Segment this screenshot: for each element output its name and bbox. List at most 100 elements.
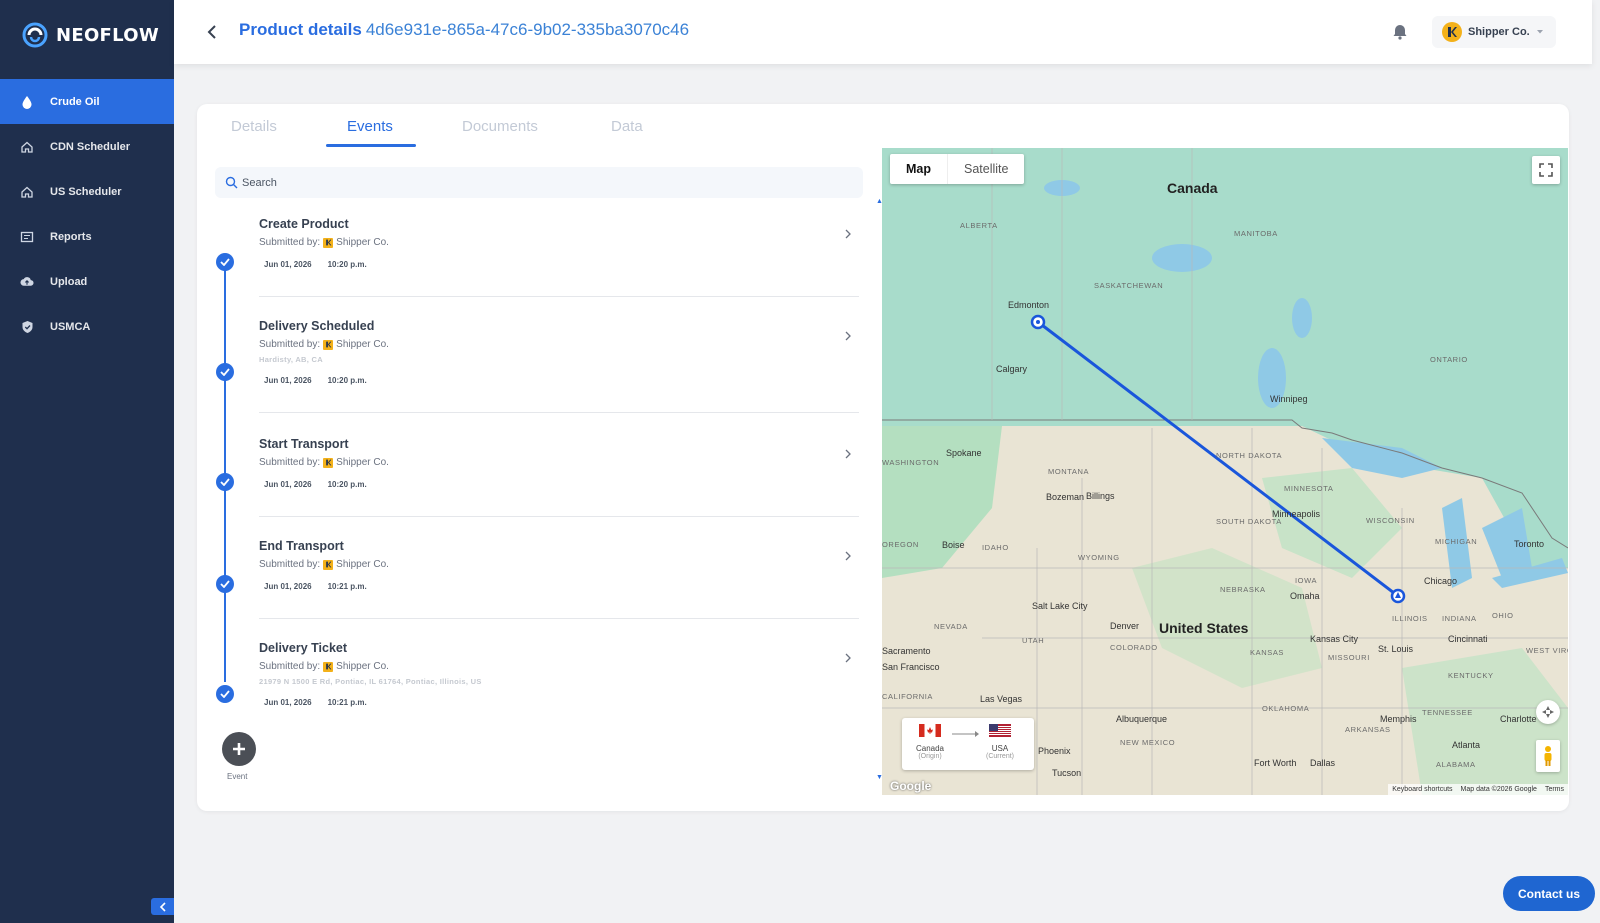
map-state-label: ALBERTA	[960, 221, 998, 230]
divider	[259, 516, 859, 517]
tab-data[interactable]: Data	[611, 118, 643, 135]
map-state-label: MINNESOTA	[1284, 484, 1334, 493]
chevron-right-icon	[845, 653, 851, 663]
tab-documents[interactable]: Documents	[462, 118, 538, 135]
map-city-label: San Francisco	[882, 662, 940, 672]
sidebar: NEOFLOW Crude Oil CDN Scheduler US Sched…	[0, 0, 174, 923]
contact-us-button[interactable]: Contact us	[1503, 876, 1595, 911]
sidebar-item-cdn-scheduler[interactable]: CDN Scheduler	[0, 124, 174, 169]
map-camera-control[interactable]	[1536, 700, 1560, 724]
company-logo-icon	[323, 559, 334, 570]
caret-down-icon	[1536, 30, 1543, 34]
sidebar-item-crude-oil[interactable]: Crude Oil	[0, 79, 174, 124]
sidebar-item-reports[interactable]: Reports	[0, 214, 174, 259]
map-city-label: Phoenix	[1038, 746, 1071, 756]
event-date: Jun 01, 2026	[264, 698, 312, 707]
sidebar-item-label: CDN Scheduler	[50, 140, 131, 153]
sidebar-item-us-scheduler[interactable]: US Scheduler	[0, 169, 174, 214]
map-state-label: NEW MEXICO	[1120, 738, 1176, 747]
event-row[interactable]: Start Transport Submitted by: Shipper Co…	[259, 437, 859, 491]
event-title: Delivery Scheduled	[259, 319, 375, 333]
event-row[interactable]: Delivery Scheduled Submitted by: Shipper…	[259, 319, 859, 387]
event-row[interactable]: Create Product Submitted by: Shipper Co.…	[259, 217, 859, 271]
submitter-name: Shipper Co.	[336, 339, 389, 350]
event-submitter: Submitted by: Shipper Co.	[259, 559, 859, 570]
canada-flag-icon	[919, 724, 941, 737]
map-view-button[interactable]: Map	[890, 154, 947, 184]
top-header: Product details 4d6e931e-865a-47c6-9b02-3…	[174, 0, 1592, 64]
neoflow-logo-icon	[22, 22, 48, 48]
map-state-label: ARKANSAS	[1345, 725, 1391, 734]
event-row[interactable]: End Transport Submitted by: Shipper Co. …	[259, 539, 859, 593]
arrow-right-icon	[952, 731, 979, 737]
submitter-name: Shipper Co.	[336, 457, 389, 468]
event-address: Hardisty, AB, CA	[259, 355, 323, 364]
map-state-label: INDIANA	[1442, 614, 1477, 623]
event-time: 10:21 p.m.	[327, 582, 367, 591]
bell-icon	[1393, 25, 1407, 40]
event-datetime: Jun 01, 2026 10:20 p.m.	[259, 478, 859, 491]
event-time: 10:20 p.m.	[327, 260, 367, 269]
satellite-view-button[interactable]: Satellite	[947, 154, 1024, 184]
map-state-label: NEBRASKA	[1220, 585, 1266, 594]
event-title: End Transport	[259, 539, 344, 553]
map-state-label: WYOMING	[1078, 553, 1120, 562]
legend-current: USA (Current)	[980, 724, 1020, 760]
tab-events[interactable]: Events	[347, 118, 393, 135]
event-date: Jun 01, 2026	[264, 582, 312, 591]
home-icon	[20, 185, 34, 199]
company-logo-icon	[323, 237, 334, 248]
chevron-right-icon	[845, 331, 851, 341]
map-country-label: United States	[1159, 620, 1249, 636]
pegman-icon	[1544, 746, 1552, 766]
map-city-label: Billings	[1086, 491, 1115, 501]
map-type-toggle: Map Satellite	[890, 154, 1025, 184]
add-event-button[interactable]	[222, 732, 256, 766]
notifications-button[interactable]	[1390, 22, 1410, 42]
sidebar-collapse-button[interactable]	[151, 898, 174, 915]
event-datetime: Jun 01, 2026 10:20 p.m.	[259, 374, 859, 387]
submitted-label: Submitted by:	[259, 237, 321, 248]
shield-icon	[20, 320, 34, 334]
cloud-upload-icon	[20, 275, 34, 289]
map-city-label: Chicago	[1424, 576, 1458, 586]
map-city-label: Tucson	[1052, 768, 1082, 778]
map-state-label: ONTARIO	[1430, 355, 1468, 364]
submitter-name: Shipper Co.	[336, 559, 389, 570]
sidebar-item-label: US Scheduler	[50, 185, 122, 198]
sidebar-item-usmca[interactable]: USMCA	[0, 304, 174, 349]
terms-link[interactable]: Terms	[1545, 786, 1564, 793]
search-input[interactable]	[242, 176, 842, 189]
event-submitter: Submitted by: Shipper Co.	[259, 237, 859, 248]
chevron-right-icon	[845, 551, 851, 561]
map-city-label: Charlotte	[1500, 714, 1537, 724]
sidebar-item-label: Reports	[50, 230, 92, 243]
map-state-label: ALABAMA	[1436, 760, 1476, 769]
event-date: Jun 01, 2026	[264, 260, 312, 269]
sidebar-item-upload[interactable]: Upload	[0, 259, 174, 304]
brand[interactable]: NEOFLOW	[0, 0, 174, 70]
map-state-label: KENTUCKY	[1448, 671, 1494, 680]
map-city-label: Spokane	[946, 448, 982, 458]
map-state-label: KANSAS	[1250, 648, 1285, 657]
tab-details[interactable]: Details	[231, 118, 277, 135]
map-state-label: SASKATCHEWAN	[1094, 281, 1164, 290]
keyboard-shortcuts-link[interactable]: Keyboard shortcuts	[1392, 786, 1452, 793]
map-state-label: MISSOURI	[1328, 653, 1370, 662]
map-state-label: WISCONSIN	[1366, 516, 1415, 525]
user-menu[interactable]: Shipper Co.	[1432, 16, 1556, 48]
street-view-button[interactable]	[1536, 740, 1560, 772]
add-event-label: Event	[227, 772, 248, 781]
event-title: Delivery Ticket	[259, 641, 348, 655]
fullscreen-button[interactable]	[1532, 156, 1560, 184]
map-state-label: OREGON	[882, 540, 919, 549]
map-city-label: Atlanta	[1452, 740, 1481, 750]
route-map[interactable]: Canada United States ALBERTA SASKATCHEWA…	[882, 148, 1568, 795]
back-button[interactable]	[202, 22, 222, 42]
company-logo-icon	[323, 661, 334, 672]
event-submitter: Submitted by: Shipper Co.	[259, 661, 859, 672]
company-logo-icon	[323, 457, 334, 468]
event-row[interactable]: Delivery Ticket Submitted by: Shipper Co…	[259, 641, 859, 709]
drop-icon	[20, 95, 34, 109]
check-circle-icon	[216, 363, 234, 381]
